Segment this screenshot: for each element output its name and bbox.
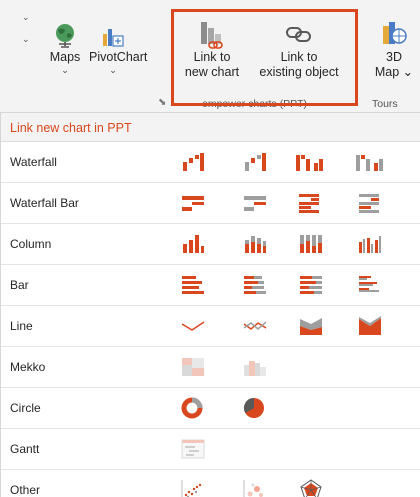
row-label: Other xyxy=(10,483,41,497)
pie-chart-icon[interactable] xyxy=(242,396,268,420)
waterfall-bar-icon[interactable] xyxy=(180,191,206,215)
waterfall-bar-icon[interactable] xyxy=(357,191,383,215)
waterfall-bar-icon[interactable] xyxy=(297,191,323,215)
row-bar: Bar xyxy=(1,265,420,306)
chevron-down-icon[interactable]: ⌄ xyxy=(22,12,30,23)
panel-header-title: Link new chart in PPT xyxy=(10,121,132,135)
bar-icon[interactable] xyxy=(298,273,324,297)
3d-map-line2: Map ⌄ xyxy=(374,65,414,79)
waterfall-icon[interactable] xyxy=(242,150,268,174)
column-icon[interactable] xyxy=(357,232,383,256)
bar-icon[interactable] xyxy=(242,273,268,297)
bar-icon[interactable] xyxy=(180,273,206,297)
row-label: Mekko xyxy=(10,360,46,374)
pivot-chart-label: PivotChart xyxy=(89,50,148,64)
row-line: Line xyxy=(1,306,420,347)
column-icon[interactable] xyxy=(242,232,268,256)
row-mekko: Mekko xyxy=(1,347,420,388)
row-label: Waterfall xyxy=(10,155,57,169)
row-label: Circle xyxy=(10,401,41,415)
waterfall-icon[interactable] xyxy=(354,150,383,174)
waterfall-bar-icon[interactable] xyxy=(242,191,268,215)
area-chart-icon[interactable] xyxy=(357,314,383,338)
chevron-down-icon: ⌄ xyxy=(61,65,69,75)
area-chart-icon[interactable] xyxy=(298,314,324,338)
group-label-tours: Tours xyxy=(372,98,398,110)
scatter-chart-icon[interactable] xyxy=(180,478,206,497)
waterfall-icon[interactable] xyxy=(180,150,206,174)
row-label: Column xyxy=(10,237,52,251)
radar-chart-icon[interactable] xyxy=(298,478,324,497)
mekko-icon[interactable] xyxy=(242,355,268,379)
bubble-chart-icon[interactable] xyxy=(242,478,268,497)
gantt-chart-icon[interactable] xyxy=(180,437,206,461)
waterfall-icon[interactable] xyxy=(294,150,323,174)
line-chart-icon[interactable] xyxy=(242,314,268,338)
column-icon[interactable] xyxy=(180,232,206,256)
line-chart-icon[interactable] xyxy=(180,314,206,338)
ribbon: ⌄ ⌄ Maps ⌄ PivotChart ⌄ Link to new char… xyxy=(0,0,420,113)
3d-map-button[interactable]: 3D Map ⌄ xyxy=(374,18,414,80)
chevron-down-icon: ⌄ xyxy=(109,65,117,75)
donut-chart-icon[interactable] xyxy=(180,396,206,420)
row-column: Column xyxy=(1,224,420,265)
pivot-chart-button[interactable]: PivotChart ⌄ xyxy=(89,22,148,75)
mekko-icon[interactable] xyxy=(180,355,206,379)
chart-gallery-panel: Link new chart in PPT Waterfall Waterfal… xyxy=(0,113,420,497)
row-gantt: Gantt xyxy=(1,429,420,470)
row-waterfall-bar: Waterfall Bar xyxy=(1,183,420,224)
pivot-chart-icon xyxy=(103,29,124,47)
row-label: Waterfall Bar xyxy=(10,196,79,210)
row-label: Bar xyxy=(10,278,29,292)
row-other: Other xyxy=(1,470,420,497)
row-waterfall: Waterfall xyxy=(1,142,420,183)
panel-header: Link new chart in PPT xyxy=(1,113,420,142)
row-circle: Circle xyxy=(1,388,420,429)
dialog-launcher-icon[interactable]: ⬊ xyxy=(158,97,166,108)
highlight-box xyxy=(171,9,358,106)
chevron-down-icon[interactable]: ⌄ xyxy=(22,34,30,45)
row-label: Line xyxy=(10,319,33,333)
3d-map-icon xyxy=(383,22,407,44)
globe-icon xyxy=(56,24,74,48)
column-icon[interactable] xyxy=(298,232,324,256)
bar-icon[interactable] xyxy=(357,273,383,297)
maps-label: Maps xyxy=(49,50,81,64)
maps-button[interactable]: Maps ⌄ xyxy=(44,22,86,75)
3d-map-line1: 3D xyxy=(386,50,402,64)
row-label: Gantt xyxy=(10,442,40,456)
